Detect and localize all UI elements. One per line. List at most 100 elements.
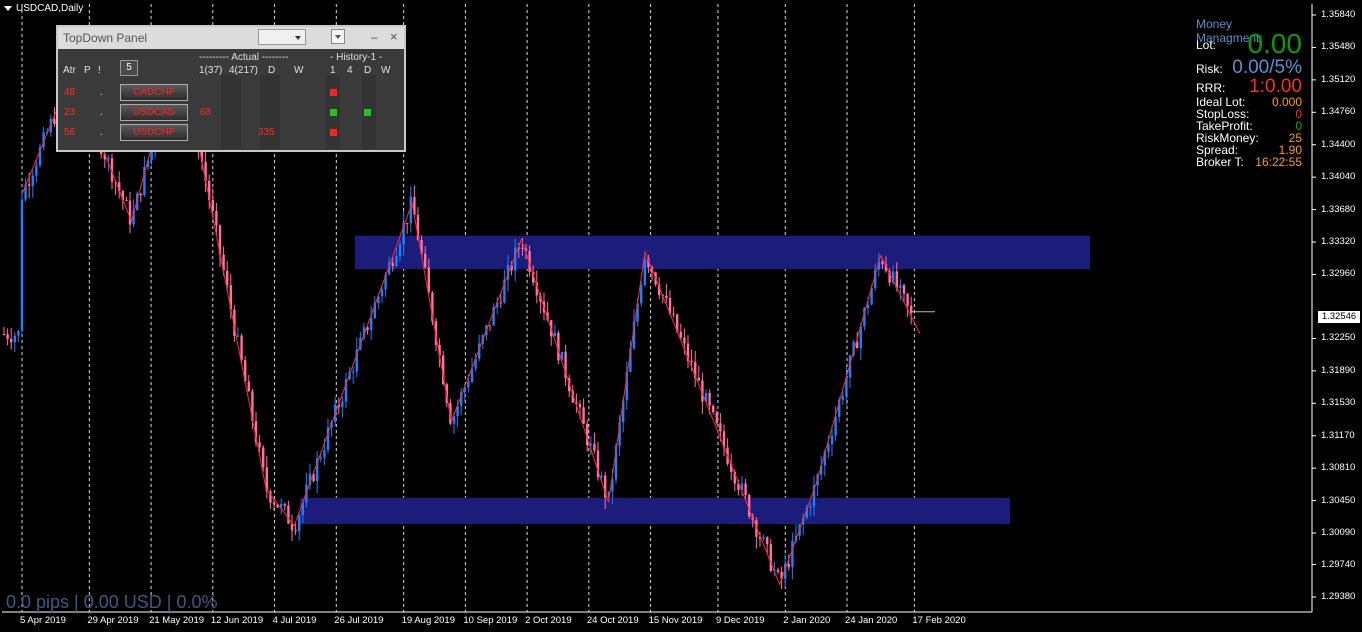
candle-body <box>294 530 297 532</box>
candle-body <box>341 401 344 408</box>
risk-label: Risk: <box>1196 62 1223 76</box>
price-tick-label: 1.32250 <box>1321 332 1356 344</box>
sr-zone <box>300 497 1010 525</box>
time-tick-label: 24 Jan 2020 <box>845 615 898 626</box>
price-tick-label: 1.35840 <box>1321 9 1356 20</box>
candle-body <box>762 537 765 539</box>
panel-titlebar[interactable]: TopDown Panel – × <box>58 27 404 49</box>
candle-body <box>298 515 301 532</box>
price-tick-label: 1.35120 <box>1321 73 1356 85</box>
candle-body <box>521 248 524 250</box>
price-tick-label: 1.33320 <box>1321 236 1356 248</box>
candle-body <box>319 457 322 459</box>
col-atr-header: Atr <box>63 65 76 76</box>
chart-title: USDCAD,Daily <box>4 3 83 14</box>
row-atr: 56 <box>64 127 76 138</box>
time-tick-label: 21 May 2019 <box>149 615 205 626</box>
candle-body <box>406 223 409 225</box>
time-tick-label: 4 Jul 2019 <box>272 615 317 626</box>
candle-body <box>557 332 560 361</box>
candle-body <box>582 407 585 424</box>
candle-body <box>665 295 668 299</box>
candle-body <box>391 262 394 266</box>
broker-time-label: Broker T: <box>1196 155 1244 169</box>
price-tick-label: 1.35480 <box>1321 41 1356 53</box>
candle-body <box>10 339 13 343</box>
actual-col-d: D <box>268 65 276 76</box>
topdown-panel[interactable]: TopDown Panel – × Atr P ! 5 --------- Ac… <box>56 25 406 152</box>
candle-body <box>697 377 700 381</box>
row-atr: 48 <box>64 87 76 98</box>
price-tick-label: 1.31530 <box>1321 397 1356 409</box>
time-tick-label: 2 Oct 2019 <box>525 615 572 626</box>
lot-value: 0.00 <box>1247 28 1303 59</box>
candle-body <box>2 333 6 335</box>
dropdown-triangle-icon[interactable] <box>4 6 12 11</box>
time-tick-label: 12 Jun 2019 <box>210 615 264 626</box>
price-tick-label: 1.31890 <box>1321 364 1356 376</box>
candle-body <box>672 313 675 315</box>
candle-body <box>600 475 603 478</box>
pair-button-usdcad[interactable]: USDCAD <box>120 104 188 121</box>
candle-body <box>211 200 214 211</box>
row-p: . <box>100 87 103 98</box>
time-tick-label: 29 Apr 2019 <box>87 615 139 626</box>
candle-body <box>553 332 556 337</box>
pair-button-cadchf[interactable]: CADCHF <box>120 84 188 101</box>
candle-body <box>380 289 384 297</box>
candle-body <box>488 325 492 327</box>
price-tick-label: 1.30810 <box>1321 462 1356 474</box>
sr-zone <box>355 235 1090 270</box>
candle-body <box>6 334 9 340</box>
candle-body <box>881 261 884 265</box>
col-alert-header: ! <box>98 65 101 76</box>
col-p-header: P <box>84 65 91 76</box>
time-tick-label: 9 Dec 2019 <box>715 615 765 626</box>
money-management-panel: Money Managment: Lot: 0.00 Risk: 0.00/5%… <box>1196 0 1306 170</box>
chart-symbol-label: USDCAD,Daily <box>16 3 84 14</box>
history-signal-square <box>364 109 371 116</box>
row-actual-1: 68 <box>200 107 212 118</box>
pair-button-usdchf[interactable]: USDCHF <box>120 124 188 141</box>
candle-body <box>240 335 243 361</box>
candle-body <box>841 395 844 400</box>
price-tick-label: 1.29740 <box>1321 558 1356 570</box>
panel-options-button[interactable] <box>331 29 345 44</box>
price-tick-label: 1.34760 <box>1321 106 1356 118</box>
candle-body <box>20 199 24 331</box>
price-tick-label: 1.30090 <box>1321 527 1356 539</box>
candle-body <box>467 381 470 388</box>
minimize-button[interactable]: – <box>371 30 378 44</box>
panel-title: TopDown Panel <box>63 31 148 45</box>
broker-time-value: 16:22:55 <box>1255 155 1302 169</box>
history-col-4: 4 <box>347 65 353 76</box>
candle-body <box>683 337 686 344</box>
chevron-down-icon <box>335 35 341 39</box>
candle-body <box>899 285 902 289</box>
time-tick-label: 5 Apr 2019 <box>20 615 66 626</box>
candle-body <box>215 210 218 226</box>
candle-body <box>236 335 240 337</box>
candle-body <box>352 371 355 373</box>
symbol-dropdown[interactable] <box>258 29 306 45</box>
pips-status: 0.0 pips | 0.00 USD | 0.0% <box>6 592 218 612</box>
close-button[interactable]: × <box>390 29 398 44</box>
candle-body <box>766 537 769 545</box>
candle-body <box>424 253 427 268</box>
row-atr: 23 <box>64 107 76 118</box>
period-button[interactable]: 5 <box>120 60 138 76</box>
price-tick-label: 1.29380 <box>1321 591 1356 602</box>
candle-body <box>906 293 909 306</box>
time-tick-label: 10 Sep 2019 <box>463 615 518 626</box>
candle-body <box>35 165 38 176</box>
candle-body <box>744 483 747 496</box>
candle-body <box>830 435 834 445</box>
candle-body <box>323 449 326 458</box>
price-tick-label: 1.32960 <box>1321 268 1356 280</box>
candle-body <box>398 244 402 257</box>
candle-body <box>287 505 290 524</box>
candle-body <box>827 444 830 452</box>
price-tick-label: 1.31170 <box>1321 429 1355 441</box>
candle-body <box>125 199 128 201</box>
candle-body <box>17 330 20 336</box>
